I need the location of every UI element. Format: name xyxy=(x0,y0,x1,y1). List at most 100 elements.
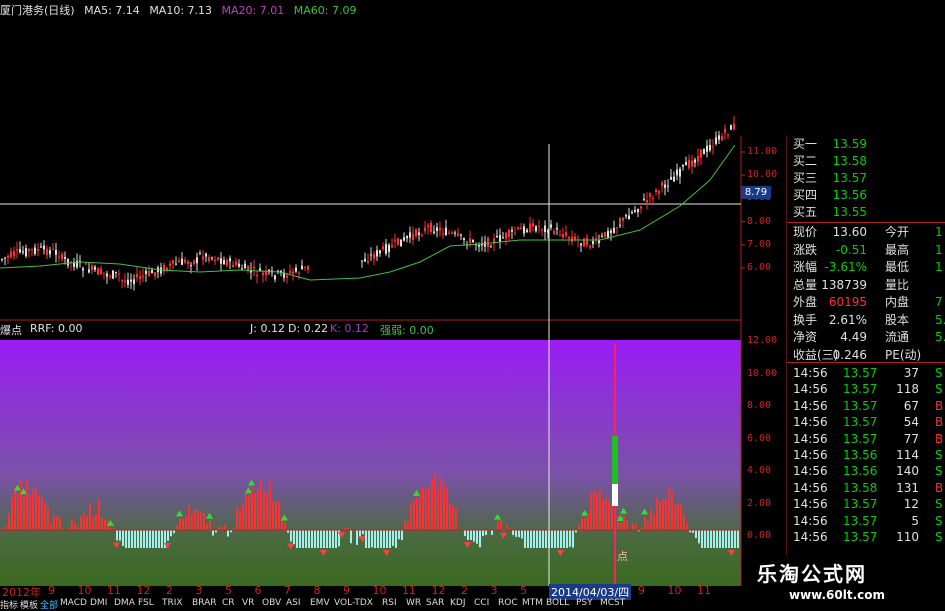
tick-row: 14:5613.5712S xyxy=(787,496,945,512)
tab-vr[interactable]: VR xyxy=(242,598,254,608)
indicator-bar xyxy=(635,524,637,530)
indicator-bar xyxy=(23,496,25,530)
candle xyxy=(262,270,264,283)
quote-value: -0.51 xyxy=(836,242,867,259)
candle xyxy=(139,270,141,285)
candle xyxy=(214,256,216,265)
tab-cci[interactable]: CCI xyxy=(474,598,489,608)
candle xyxy=(46,245,48,259)
tick-row: 14:5613.5737S xyxy=(787,365,945,381)
tab-brar[interactable]: BRAR xyxy=(192,598,216,608)
tab-kdj[interactable]: KDJ xyxy=(450,598,466,608)
indicator-bar xyxy=(137,530,139,548)
tab-全部[interactable]: 全部 xyxy=(40,598,58,611)
candle xyxy=(529,217,531,233)
quote-value: 13.57 xyxy=(833,170,867,187)
indicator-bar xyxy=(473,530,475,542)
tab-trix[interactable]: TRIX xyxy=(162,598,183,608)
tab-boll[interactable]: BOLL xyxy=(546,598,569,608)
candle xyxy=(445,220,447,236)
tick-time: 14:56 xyxy=(793,447,828,463)
tab-dmi[interactable]: DMI xyxy=(90,598,107,608)
candle xyxy=(682,164,684,171)
indicator-bar xyxy=(584,518,586,530)
candle xyxy=(274,275,276,283)
ma5-label: MA5: 7.14 xyxy=(84,4,140,17)
candle xyxy=(241,264,243,269)
candle xyxy=(667,179,669,192)
quote-label: 涨跌 xyxy=(793,242,817,259)
tab-obv[interactable]: OBV xyxy=(262,598,281,608)
tick-price: 13.58 xyxy=(843,480,877,496)
tab-roc[interactable]: ROC xyxy=(498,598,518,608)
indicator-bar xyxy=(260,480,262,530)
quote-row: 涨跌-0.51最高1 xyxy=(787,242,945,259)
indicator-bar xyxy=(26,480,28,530)
candle xyxy=(85,263,87,265)
tick-volume: 37 xyxy=(904,365,919,381)
indicator-bar xyxy=(77,527,79,530)
watermark-brand: 乐淘公式网 xyxy=(757,558,867,587)
tab-psy[interactable]: PSY xyxy=(576,598,593,608)
candle xyxy=(307,265,309,273)
candle xyxy=(508,228,510,241)
candle xyxy=(82,267,84,278)
candle xyxy=(580,243,582,252)
tick-row: 14:5613.5767B xyxy=(787,398,945,414)
tick-volume: 5 xyxy=(911,513,919,529)
candle xyxy=(619,217,621,228)
tab-wr[interactable]: WR xyxy=(406,598,421,608)
tab-cr[interactable]: CR xyxy=(222,598,235,608)
tab-sar[interactable]: SAR xyxy=(426,598,444,608)
tick-time: 14:56 xyxy=(793,381,828,397)
tab-vol-tdx[interactable]: VOL-TDX xyxy=(334,598,373,608)
tab-asi[interactable]: ASI xyxy=(286,598,301,608)
indicator-bar xyxy=(239,510,241,530)
quote-value: 138739 xyxy=(821,277,867,294)
indicator-bar xyxy=(566,530,568,548)
indicator-bar xyxy=(218,526,220,530)
candle xyxy=(451,230,453,234)
quote-row: 买一13.59 xyxy=(787,136,945,153)
date-month-label: 5 xyxy=(520,584,527,597)
tab-指标[interactable]: 指标 xyxy=(0,598,18,611)
candle xyxy=(586,234,588,248)
indicator-bar xyxy=(326,530,328,548)
indicator-bar xyxy=(734,530,736,548)
indicator-bar xyxy=(29,495,31,530)
indicator-bar xyxy=(410,503,412,530)
indicator-bar xyxy=(80,516,82,530)
quote-panel: 买一13.59买二13.58买三13.57买四13.56买五13.55现价13.… xyxy=(787,136,945,586)
tab-fsl[interactable]: FSL xyxy=(138,598,154,608)
quote-value: 0.246 xyxy=(833,347,867,364)
candle xyxy=(70,261,72,271)
indicator-bar xyxy=(92,517,94,530)
candle xyxy=(58,251,60,263)
candle xyxy=(400,239,402,246)
tick-volume: 110 xyxy=(896,529,919,545)
tab-mcst[interactable]: MCST xyxy=(600,598,625,608)
indicator-bar xyxy=(380,530,382,548)
tab-macd[interactable]: MACD xyxy=(60,598,87,608)
candle xyxy=(172,260,174,269)
candle xyxy=(43,240,45,254)
tab-模板[interactable]: 模板 xyxy=(20,598,38,611)
indicator-bar xyxy=(332,530,334,548)
candle xyxy=(472,239,474,243)
tick-volume: 114 xyxy=(896,447,919,463)
tab-rsi[interactable]: RSI xyxy=(382,598,397,608)
tab-emv[interactable]: EMV xyxy=(310,598,330,608)
candle xyxy=(427,223,429,234)
indicator-bar xyxy=(500,520,502,530)
candle xyxy=(40,243,42,248)
candle xyxy=(526,228,528,233)
quote-row: 外盘60195内盘7 xyxy=(787,294,945,311)
candle xyxy=(283,269,285,282)
candle xyxy=(13,247,15,261)
indicator-bar xyxy=(59,518,61,530)
tab-dma[interactable]: DMA xyxy=(114,598,135,608)
indicator-bar xyxy=(497,522,499,530)
date-month-label: 7 xyxy=(284,584,291,597)
candle xyxy=(385,239,387,256)
tab-mtm[interactable]: MTM xyxy=(522,598,543,608)
